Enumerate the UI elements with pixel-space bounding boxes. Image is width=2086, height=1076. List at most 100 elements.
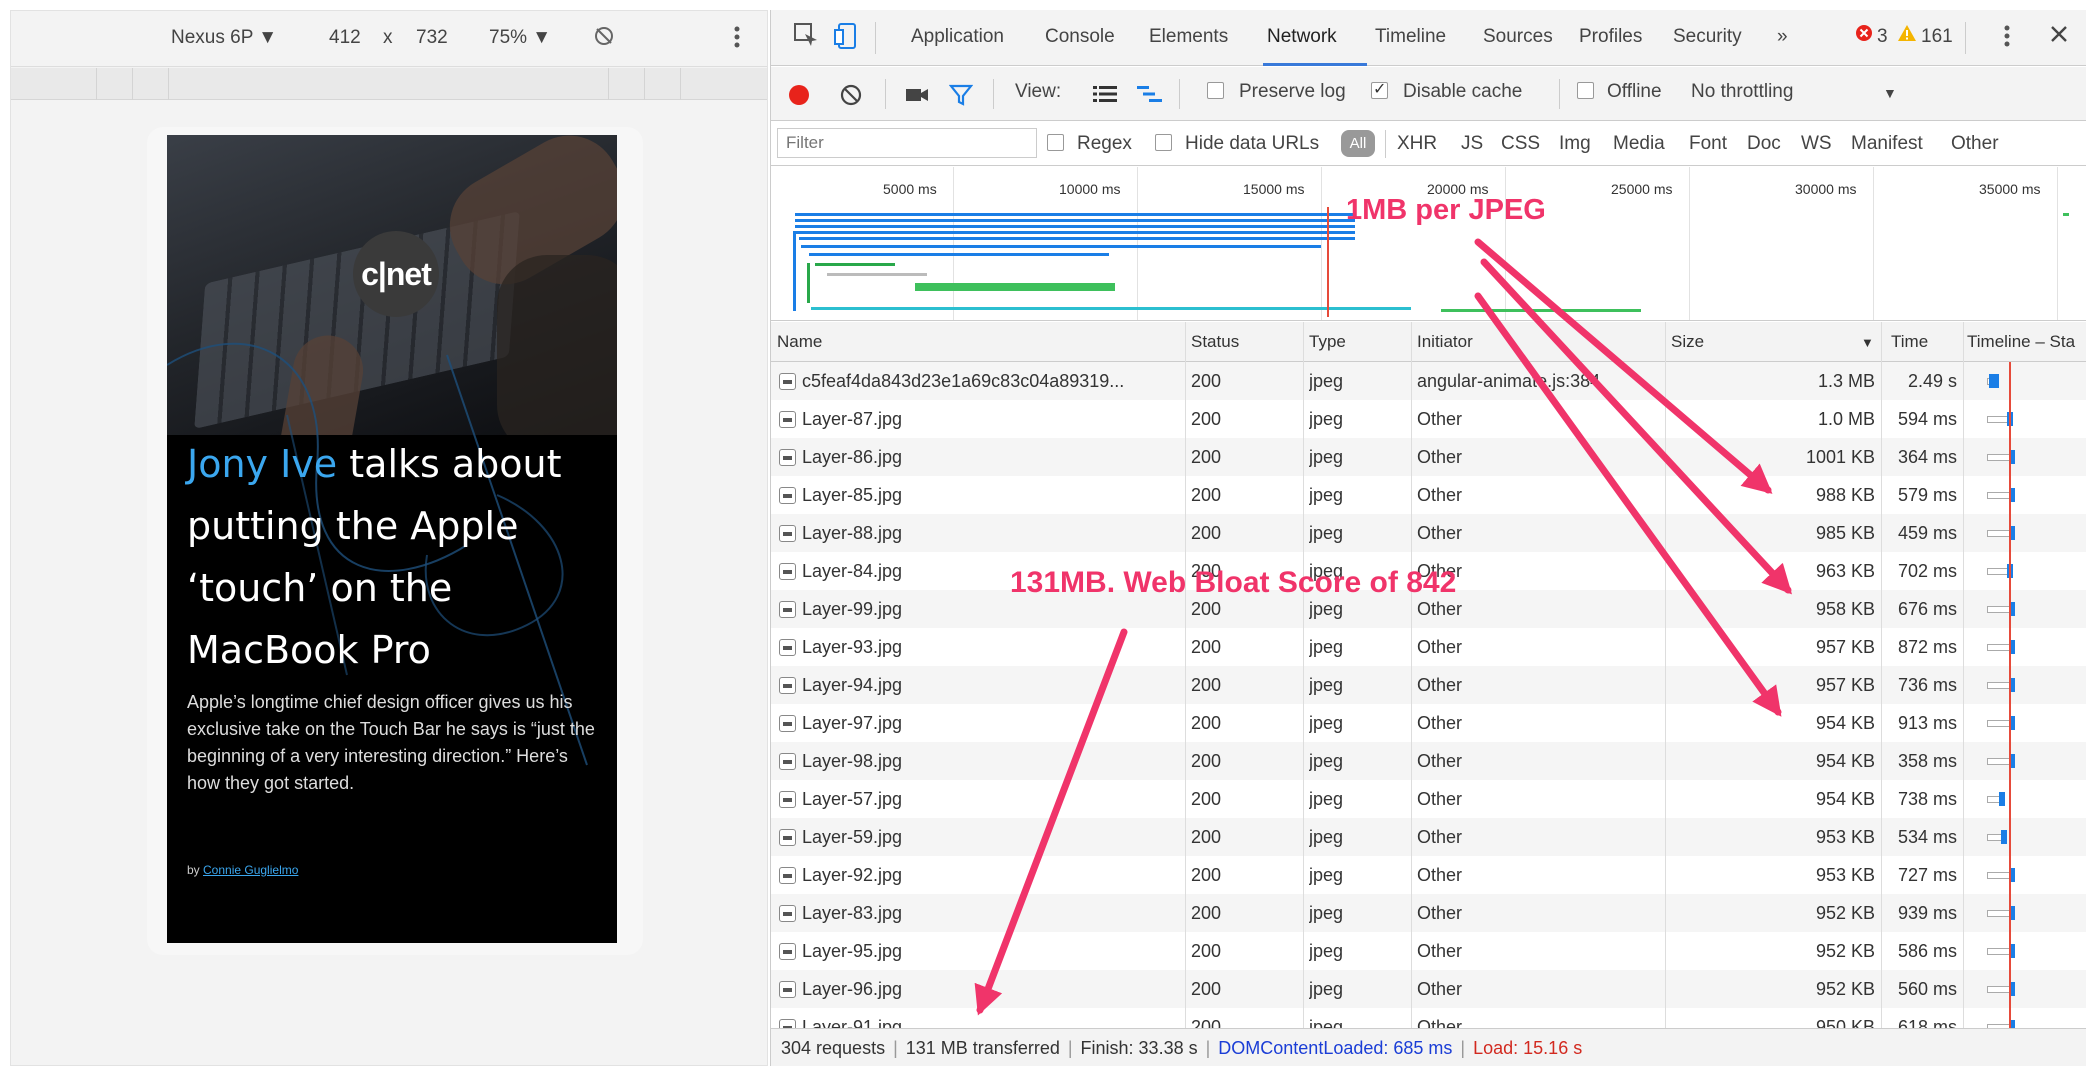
filter-doc[interactable]: Doc [1747, 133, 1781, 155]
filter-all[interactable]: All [1341, 130, 1375, 157]
filter-css[interactable]: CSS [1501, 133, 1540, 155]
table-row[interactable]: Layer-59.jpg 200 jpeg Other 953 KB 534 ms [771, 818, 2086, 856]
table-row[interactable]: Layer-92.jpg 200 jpeg Other 953 KB 727 ms [771, 856, 2086, 894]
column-timeline[interactable]: Timeline – Sta [1967, 332, 2085, 352]
filter-ws[interactable]: WS [1801, 133, 1832, 155]
filter-font[interactable]: Font [1689, 133, 1727, 155]
preserve-log-checkbox[interactable] [1207, 81, 1224, 103]
request-name[interactable]: Layer-88.jpg [779, 523, 1179, 544]
request-name[interactable]: c5feaf4da843d23e1a69c83c04a89319... [779, 371, 1179, 392]
device-select[interactable]: Nexus 6P ▼ [171, 27, 277, 49]
table-row[interactable]: Layer-98.jpg 200 jpeg Other 954 KB 358 ms [771, 742, 2086, 780]
file-icon [779, 677, 796, 694]
request-name[interactable]: Layer-91.jpg [779, 1017, 1179, 1028]
filter-js[interactable]: JS [1461, 133, 1483, 155]
author-link[interactable]: Connie Guglielmo [203, 863, 298, 877]
device-width[interactable]: 412 [329, 27, 361, 49]
table-row[interactable]: Layer-88.jpg 200 jpeg Other 985 KB 459 ms [771, 514, 2086, 552]
table-row[interactable]: Layer-93.jpg 200 jpeg Other 957 KB 872 ms [771, 628, 2086, 666]
filter-xhr[interactable]: XHR [1397, 133, 1437, 155]
finish-time: Finish: 33.38 s [1080, 1038, 1198, 1058]
request-name[interactable]: Layer-57.jpg [779, 789, 1179, 810]
request-name[interactable]: Layer-97.jpg [779, 713, 1179, 734]
record-icon[interactable] [787, 83, 811, 113]
table-row[interactable]: Layer-85.jpg 200 jpeg Other 988 KB 579 ms [771, 476, 2086, 514]
request-name[interactable]: Layer-92.jpg [779, 865, 1179, 886]
request-name[interactable]: Layer-94.jpg [779, 675, 1179, 696]
column-name[interactable]: Name [777, 332, 822, 352]
tab-security[interactable]: Security [1673, 26, 1742, 48]
table-row[interactable]: Layer-57.jpg 200 jpeg Other 954 KB 738 ms [771, 780, 2086, 818]
offline-label: Offline [1607, 81, 1662, 102]
table-row[interactable]: Layer-87.jpg 200 jpeg Other 1.0 MB 594 ms [771, 400, 2086, 438]
network-overview[interactable]: 5000 ms 10000 ms 15000 ms 20000 ms 25000… [771, 167, 2086, 321]
error-count[interactable]: 3 [1877, 26, 1888, 48]
vertical-dots-icon[interactable] [2003, 22, 2011, 56]
tab-console[interactable]: Console [1045, 26, 1115, 48]
warning-icon[interactable] [1897, 24, 1917, 48]
hide-data-urls-checkbox[interactable] [1155, 133, 1172, 155]
tab-application[interactable]: Application [911, 26, 1004, 48]
table-row[interactable]: Layer-95.jpg 200 jpeg Other 952 KB 586 ms [771, 932, 2086, 970]
request-name[interactable]: Layer-85.jpg [779, 485, 1179, 506]
tab-sources[interactable]: Sources [1483, 26, 1553, 48]
filter-manifest[interactable]: Manifest [1851, 133, 1923, 155]
table-row[interactable]: Layer-96.jpg 200 jpeg Other 952 KB 560 ms [771, 970, 2086, 1008]
table-row[interactable]: c5feaf4da843d23e1a69c83c04a89319... 200 jp… [771, 362, 2086, 400]
request-name[interactable]: Layer-99.jpg [779, 599, 1179, 620]
filter-img[interactable]: Img [1559, 133, 1591, 155]
column-time[interactable]: Time [1891, 332, 1928, 352]
column-initiator[interactable]: Initiator [1417, 332, 1473, 352]
throttling-caret[interactable]: ▼ [1883, 85, 1897, 101]
close-icon[interactable] [2049, 24, 2069, 50]
request-name[interactable]: Layer-86.jpg [779, 447, 1179, 468]
more-tabs-button[interactable]: » [1777, 26, 1788, 48]
vertical-dots-icon[interactable] [733, 23, 741, 57]
rotate-icon[interactable] [591, 23, 617, 55]
error-icon[interactable] [1855, 24, 1873, 48]
filter-media[interactable]: Media [1613, 133, 1665, 155]
emulated-page[interactable]: c|net Jony Ive talks about putting the A… [167, 135, 617, 943]
throttling-select[interactable]: No throttling [1691, 81, 1793, 103]
table-row[interactable]: Layer-83.jpg 200 jpeg Other 952 KB 939 ms [771, 894, 2086, 932]
request-name[interactable]: Layer-59.jpg [779, 827, 1179, 848]
request-initiator[interactable]: angular-animate.js:384 [1417, 371, 1661, 392]
large-rows-icon[interactable] [1093, 85, 1117, 109]
column-size[interactable]: Size [1671, 332, 1704, 352]
inspect-element-icon[interactable] [793, 22, 819, 54]
waterfall-overview-icon[interactable] [1137, 85, 1163, 109]
clear-icon[interactable] [839, 83, 863, 113]
request-name[interactable]: Layer-95.jpg [779, 941, 1179, 962]
table-row[interactable]: Layer-91.jpg 200 jpeg Other 950 KB 618 ms [771, 1008, 2086, 1028]
request-name[interactable]: Layer-87.jpg [779, 409, 1179, 430]
device-mode-icon[interactable] [833, 22, 859, 56]
request-name-text: Layer-98.jpg [802, 751, 903, 771]
table-row[interactable]: Layer-97.jpg 200 jpeg Other 954 KB 913 ms [771, 704, 2086, 742]
request-name[interactable]: Layer-83.jpg [779, 903, 1179, 924]
column-status[interactable]: Status [1191, 332, 1239, 352]
capture-screenshots-icon[interactable] [905, 85, 929, 111]
table-row[interactable]: Layer-86.jpg 200 jpeg Other 1001 KB 364 ms [771, 438, 2086, 476]
tab-profiles[interactable]: Profiles [1579, 26, 1642, 48]
zoom-select[interactable]: 75% ▼ [489, 27, 551, 49]
filter-icon[interactable] [948, 83, 974, 113]
disable-cache-checkbox[interactable] [1371, 79, 1388, 103]
request-initiator: Other [1417, 865, 1463, 885]
column-type[interactable]: Type [1309, 332, 1346, 352]
tab-timeline[interactable]: Timeline [1375, 26, 1446, 48]
request-name[interactable]: Layer-96.jpg [779, 979, 1179, 1000]
filter-other[interactable]: Other [1951, 133, 1999, 155]
tab-network[interactable]: Network [1267, 26, 1337, 48]
device-height[interactable]: 732 [416, 27, 448, 49]
table-row[interactable]: Layer-94.jpg 200 jpeg Other 957 KB 736 ms [771, 666, 2086, 704]
request-name[interactable]: Layer-93.jpg [779, 637, 1179, 658]
article-headline[interactable]: Jony Ive talks about putting the Apple ‘… [187, 433, 607, 681]
filter-input[interactable] [777, 128, 1037, 158]
regex-checkbox[interactable] [1047, 133, 1064, 155]
cnet-logo[interactable]: c|net [353, 231, 439, 317]
offline-checkbox[interactable] [1577, 81, 1594, 103]
request-name-text: Layer-59.jpg [802, 827, 903, 847]
warning-count[interactable]: 161 [1921, 26, 1953, 48]
tab-elements[interactable]: Elements [1149, 26, 1228, 48]
request-name[interactable]: Layer-98.jpg [779, 751, 1179, 772]
